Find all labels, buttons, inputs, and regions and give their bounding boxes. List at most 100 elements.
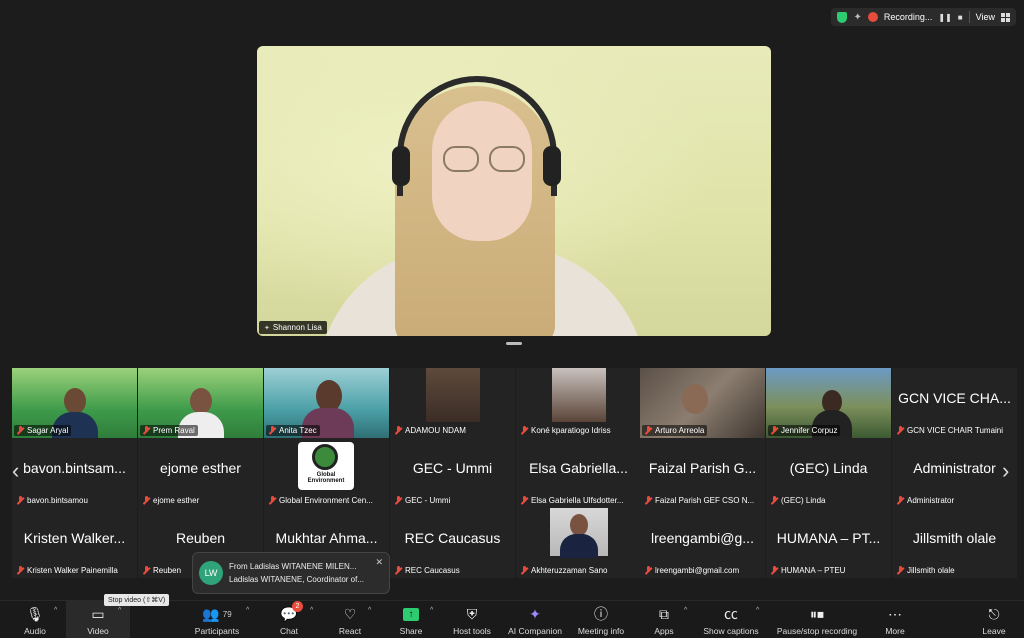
audio-options-chevron-icon[interactable]: ^ xyxy=(54,607,57,614)
participants-chevron-icon[interactable]: ^ xyxy=(246,607,249,614)
participant-name-tag: Koné kparatiogo Idriss xyxy=(518,425,614,436)
active-speaker-video[interactable]: ✦ Shannon Lisa xyxy=(257,46,771,336)
recording-icon xyxy=(867,12,878,22)
mic-muted-icon xyxy=(395,566,402,575)
video-options-chevron-icon[interactable]: ^ xyxy=(118,607,121,614)
mic-muted-icon xyxy=(771,496,778,505)
participant-name: lreengambi@gmail.com xyxy=(655,566,740,575)
show-captions-button[interactable]: ㏄ Show captions xyxy=(700,603,762,636)
zoom-meeting-window: ✦ Recording... ❚❚ ■ View ✦ Shannon Lisa … xyxy=(0,0,1024,638)
participant-tile[interactable]: bavon.bintsam... bavon.bintsamou xyxy=(12,438,137,508)
participant-name: Elsa Gabriella Ulfsdotter... xyxy=(531,496,624,505)
glasses xyxy=(443,146,527,172)
more-button[interactable]: ⋯ More xyxy=(864,603,926,637)
host-tools-button[interactable]: ⛨ Host tools xyxy=(441,603,503,637)
participant-tile[interactable]: Faizal Parish G... Faizal Parish GEF CSO… xyxy=(640,438,765,508)
participant-big-name: Mukhtar Ahma... xyxy=(275,530,378,546)
pause-stop-label: Pause/stop recording xyxy=(776,626,858,636)
more-label: More xyxy=(885,626,905,636)
participant-tile[interactable]: HUMANA – PT... HUMANA – PTEU xyxy=(766,508,891,578)
participant-name-tag: GEC - Ummi xyxy=(392,495,453,506)
react-button[interactable]: ♡ React xyxy=(319,603,381,637)
pause-stop-recording-button[interactable]: ⏸⏹ Pause/stop recording xyxy=(776,603,858,637)
stop-video-tooltip: Stop video (⇧⌘V) xyxy=(104,594,170,606)
participant-name-tag: (GEC) Linda xyxy=(768,495,828,506)
participant-name-tag: Jennifer Corpuz xyxy=(768,425,841,436)
global-environment-logo: Global Environment xyxy=(298,442,354,490)
more-dots-icon: ⋯ xyxy=(888,605,902,622)
participant-name: Global Environment Cen... xyxy=(279,496,373,505)
participants-button[interactable]: 👥 79 Participants xyxy=(186,603,248,637)
participant-tile[interactable]: Jillsmith olale Jillsmith olale xyxy=(892,508,1017,578)
resize-handle[interactable] xyxy=(506,342,522,345)
pause-recording-icon[interactable]: ❚❚ xyxy=(938,13,951,22)
participant-big-name: Elsa Gabriella... xyxy=(529,460,628,476)
headset-ear-left xyxy=(392,146,410,186)
participant-name: Arturo Arreola xyxy=(655,426,705,435)
participant-name: ejome esther xyxy=(153,496,200,505)
close-icon[interactable]: ✕ xyxy=(375,557,383,568)
grid-view-icon[interactable] xyxy=(1001,12,1010,22)
meeting-info-label: Meeting info xyxy=(577,626,625,636)
participants-label: Participants xyxy=(194,626,240,636)
mic-muted-icon xyxy=(645,496,652,505)
speaker-name-tag: ✦ Shannon Lisa xyxy=(259,321,327,334)
participant-tile[interactable]: Global Environment Global Environment Ce… xyxy=(264,438,389,508)
participant-tile[interactable]: ADAMOU NDAM xyxy=(390,368,515,438)
participant-big-name: Administrator xyxy=(913,460,996,476)
participant-tile[interactable]: Koné kparatiogo Idriss xyxy=(516,368,641,438)
participant-name-tag: Administrator xyxy=(894,495,957,506)
ai-companion-button[interactable]: ✦ AI Companion xyxy=(504,603,566,637)
gallery-prev-arrow-icon[interactable]: ‹ xyxy=(12,458,19,484)
participant-tile[interactable]: Jennifer Corpuz xyxy=(766,368,891,438)
headset-ear-right xyxy=(543,146,561,186)
meeting-info-button[interactable]: ⓘ Meeting info xyxy=(570,603,632,636)
participant-tile[interactable]: GEC - Ummi GEC - Ummi xyxy=(390,438,515,508)
participant-tile[interactable]: (GEC) Linda (GEC) Linda xyxy=(766,438,891,508)
logo-text: Global Environment xyxy=(307,472,345,484)
participant-big-name: lreengambi@g... xyxy=(651,530,754,546)
participant-gallery: Sagar Aryal Prem Raval Anita Tzec ADAMOU… xyxy=(10,366,1018,580)
participant-video-thumb xyxy=(550,508,608,558)
ai-companion-sparkle-icon: ✦ xyxy=(529,605,541,622)
react-chevron-icon[interactable]: ^ xyxy=(368,607,371,614)
mic-muted-icon xyxy=(645,566,652,575)
recording-label: Recording... xyxy=(883,12,933,22)
participant-tile[interactable]: REC Caucasus REC Caucasus xyxy=(390,508,515,578)
participant-tile[interactable]: Elsa Gabriella... Elsa Gabriella Ulfsdot… xyxy=(516,438,641,508)
participant-name-tag: Global Environment Cen... xyxy=(266,495,376,506)
participant-tile[interactable]: Anita Tzec xyxy=(264,368,389,438)
security-shield-icon[interactable] xyxy=(837,11,848,23)
participant-name-tag: Jillsmith olale xyxy=(894,565,958,576)
ai-sparkle-icon[interactable]: ✦ xyxy=(853,12,861,23)
view-button[interactable]: View xyxy=(976,12,995,22)
participant-tile[interactable]: Administrator Administrator xyxy=(892,438,1017,508)
captions-chevron-icon[interactable]: ^ xyxy=(756,607,759,614)
participant-name: GEC - Ummi xyxy=(405,496,451,505)
participant-tile[interactable]: Akhteruzzaman Sano xyxy=(516,508,641,578)
chat-notification-popup[interactable]: LW From Ladislas WITANENE MILEN... Ladis… xyxy=(192,552,390,594)
participant-tile[interactable]: Arturo Arreola xyxy=(640,368,765,438)
participant-name-tag: Kristen Walker Painemilla xyxy=(14,565,121,576)
globe-icon xyxy=(312,444,338,470)
participant-name-tag: ADAMOU NDAM xyxy=(392,425,469,436)
participant-tile[interactable]: Prem Raval xyxy=(138,368,263,438)
react-label: React xyxy=(338,626,362,636)
participant-tile[interactable]: Kristen Walker... Kristen Walker Painemi… xyxy=(12,508,137,578)
chat-chevron-icon[interactable]: ^ xyxy=(310,607,313,614)
stop-recording-icon[interactable]: ■ xyxy=(958,13,963,22)
participant-tile[interactable]: Sagar Aryal xyxy=(12,368,137,438)
participant-name: Faizal Parish GEF CSO N... xyxy=(655,496,755,505)
share-label: Share xyxy=(399,626,423,636)
leave-button[interactable]: ⎋ Leave xyxy=(966,603,1022,637)
gallery-next-arrow-icon[interactable]: › xyxy=(1002,458,1009,484)
participant-tile[interactable]: lreengambi@g... lreengambi@gmail.com xyxy=(640,508,765,578)
divider xyxy=(968,11,970,23)
mic-muted-icon xyxy=(897,566,904,575)
apps-chevron-icon[interactable]: ^ xyxy=(684,607,687,614)
chat-preview: From Ladislas WITANENE MILEN... Ladislas… xyxy=(229,560,364,586)
participant-tile[interactable]: ejome esther ejome esther xyxy=(138,438,263,508)
participant-video-thumb xyxy=(552,368,606,422)
share-chevron-icon[interactable]: ^ xyxy=(430,607,433,614)
participant-tile[interactable]: GCN VICE CHA... GCN VICE CHAIR Tumaini xyxy=(892,368,1017,438)
